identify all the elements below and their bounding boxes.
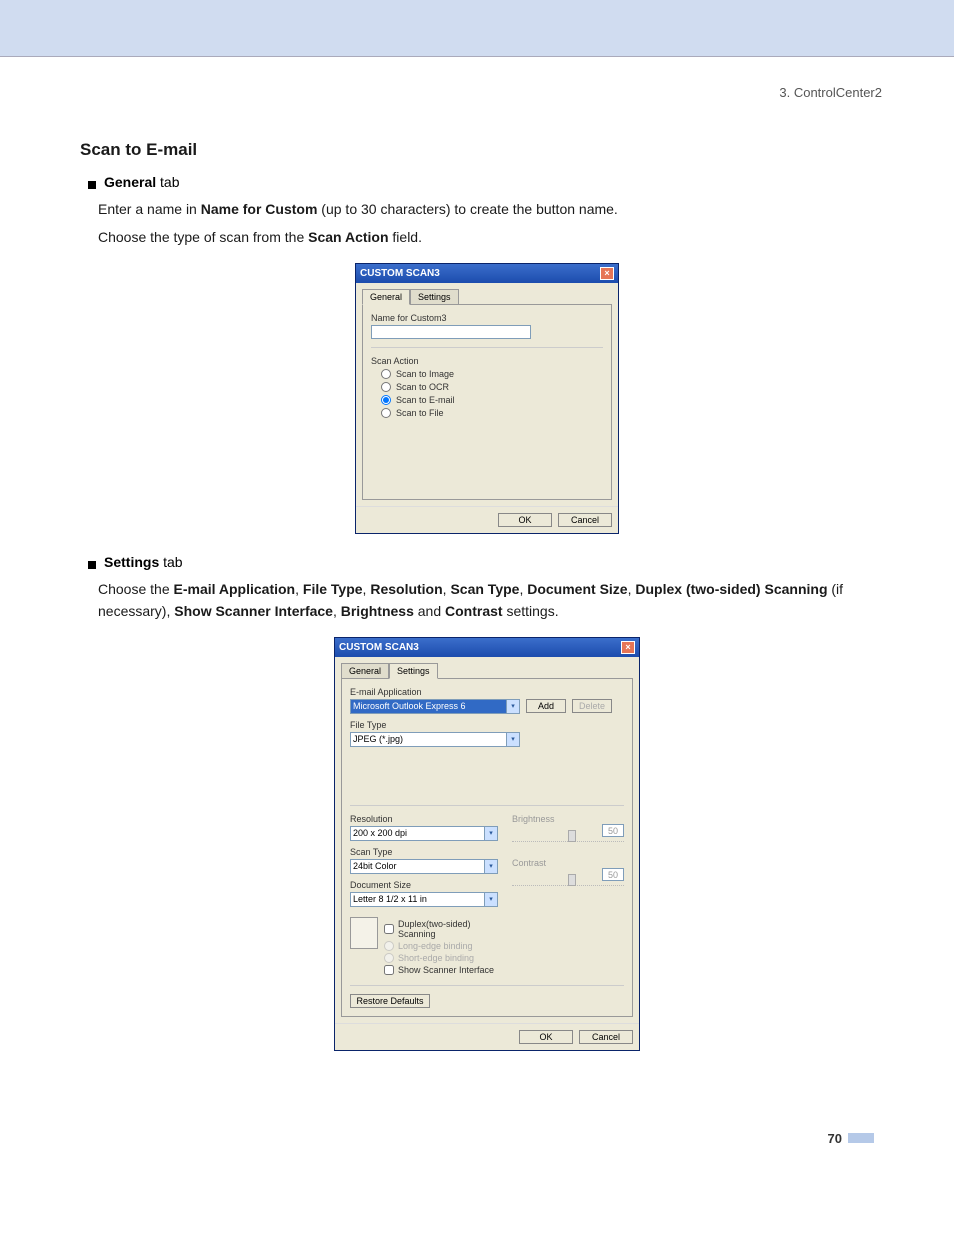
restore-defaults-button[interactable]: Restore Defaults (350, 994, 430, 1008)
footer-bar-icon (848, 1133, 874, 1143)
email-application-label: E-mail Application (350, 687, 624, 697)
tab-general[interactable]: General (362, 289, 410, 305)
chevron-down-icon: ▾ (506, 733, 519, 746)
radio-scan-to-image[interactable]: Scan to Image (381, 369, 603, 379)
tab-settings[interactable]: Settings (410, 289, 459, 304)
square-bullet-icon (88, 181, 96, 189)
bullet-general-tab: General tab (88, 174, 894, 190)
bullet-suffix: tab (156, 174, 179, 190)
page-content: 3. ControlCenter2 Scan to E-mail General… (0, 57, 954, 1146)
dialog-title: CUSTOM SCAN3 (339, 642, 419, 653)
delete-button[interactable]: Delete (572, 699, 612, 713)
radio-scan-to-file[interactable]: Scan to File (381, 408, 603, 418)
paragraph-2: Choose the type of scan from the Scan Ac… (98, 226, 894, 248)
close-icon[interactable]: × (621, 641, 635, 654)
close-icon[interactable]: × (600, 267, 614, 280)
chevron-down-icon: ▾ (484, 860, 497, 873)
scan-type-label: Scan Type (350, 847, 498, 857)
scan-action-label: Scan Action (371, 356, 603, 366)
bullet-label: Settings (104, 554, 159, 570)
square-bullet-icon (88, 561, 96, 569)
chevron-down-icon: ▾ (484, 893, 497, 906)
document-size-select[interactable]: Letter 8 1/2 x 11 in▾ (350, 892, 498, 907)
chevron-down-icon: ▾ (484, 827, 497, 840)
resolution-label: Resolution (350, 814, 498, 824)
breadcrumb: 3. ControlCenter2 (80, 85, 894, 100)
cancel-button[interactable]: Cancel (558, 513, 612, 527)
paragraph-1: Enter a name in Name for Custom (up to 3… (98, 198, 894, 220)
chevron-down-icon: ▾ (506, 700, 519, 713)
dialog-custom-scan-general: CUSTOM SCAN3 × General Settings Name for… (355, 263, 619, 534)
contrast-label: Contrast (512, 858, 624, 868)
tab-general[interactable]: General (341, 663, 389, 678)
contrast-slider[interactable] (512, 876, 624, 886)
page-footer: 70 (80, 1131, 894, 1146)
ok-button[interactable]: OK (519, 1030, 573, 1044)
dialog-panel: Name for Custom3 Scan Action Scan to Ima… (362, 304, 612, 500)
bullet-settings-tab: Settings tab (88, 554, 894, 570)
add-button[interactable]: Add (526, 699, 566, 713)
brightness-label: Brightness (512, 814, 624, 824)
resolution-select[interactable]: 200 x 200 dpi▾ (350, 826, 498, 841)
dialog-title-bar[interactable]: CUSTOM SCAN3 × (335, 638, 639, 657)
page-number: 70 (828, 1131, 842, 1146)
duplex-icon (350, 917, 378, 949)
document-size-label: Document Size (350, 880, 498, 890)
top-banner (0, 0, 954, 57)
paragraph-3: Choose the E-mail Application, File Type… (98, 578, 894, 623)
bullet-label: General (104, 174, 156, 190)
scan-type-select[interactable]: 24bit Color▾ (350, 859, 498, 874)
dialog-panel: E-mail Application Microsoft Outlook Exp… (341, 678, 633, 1017)
radio-scan-to-email[interactable]: Scan to E-mail (381, 395, 603, 405)
ok-button[interactable]: OK (498, 513, 552, 527)
tab-settings[interactable]: Settings (389, 663, 438, 679)
name-for-custom-input[interactable] (371, 325, 531, 339)
file-type-select[interactable]: JPEG (*.jpg)▾ (350, 732, 520, 747)
dialog-title-bar[interactable]: CUSTOM SCAN3 × (356, 264, 618, 283)
cancel-button[interactable]: Cancel (579, 1030, 633, 1044)
name-for-custom-label: Name for Custom3 (371, 313, 603, 323)
email-application-select[interactable]: Microsoft Outlook Express 6▾ (350, 699, 520, 714)
dialog-custom-scan-settings: CUSTOM SCAN3 × General Settings E-mail A… (334, 637, 640, 1051)
radio-scan-to-ocr[interactable]: Scan to OCR (381, 382, 603, 392)
bullet-suffix: tab (159, 554, 182, 570)
long-edge-radio: Long-edge binding (384, 941, 498, 951)
short-edge-radio: Short-edge binding (384, 953, 498, 963)
dialog-title: CUSTOM SCAN3 (360, 268, 440, 279)
section-heading: Scan to E-mail (80, 140, 894, 160)
show-scanner-interface-checkbox[interactable]: Show Scanner Interface (384, 965, 498, 975)
duplex-scanning-checkbox[interactable]: Duplex(two-sided) Scanning (384, 919, 498, 939)
file-type-label: File Type (350, 720, 624, 730)
brightness-slider[interactable] (512, 832, 624, 842)
